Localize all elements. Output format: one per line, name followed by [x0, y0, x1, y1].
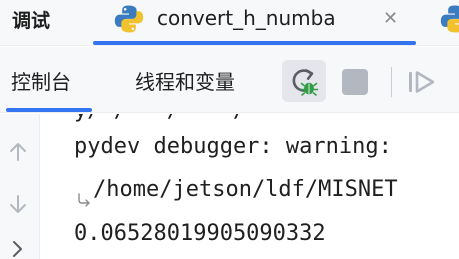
soft-wrap-icon — [78, 193, 90, 207]
rerun-debug-icon — [292, 69, 319, 96]
debug-tool-window-title: 调试 — [12, 10, 51, 32]
selected-tab-indicator — [6, 108, 92, 112]
debug-tool-window-header: 调试 convert_h_numba ✕ — [0, 0, 459, 46]
python-icon[interactable] — [438, 2, 459, 36]
selected-tab-indicator — [93, 41, 416, 45]
debug-toolbar: 控制台 线程和变量 — [0, 47, 459, 113]
tab-threads-variables[interactable]: 线程和变量 — [135, 66, 235, 95]
console-line-partial: y/ / / / — [74, 114, 246, 123]
up-arrow-icon[interactable] — [4, 138, 32, 166]
python-icon — [114, 5, 144, 33]
toolbar-separator — [391, 67, 392, 97]
console-line: 0.06528019905090332 — [74, 221, 326, 246]
rerun-debug-button[interactable] — [282, 60, 326, 102]
expand-icon[interactable] — [4, 235, 32, 259]
console-line: /home/jetson/ldf/MISNET — [93, 177, 398, 202]
console-gutter — [0, 114, 40, 259]
file-tab-label: convert_h_numba — [157, 6, 336, 30]
console-output[interactable]: y/ / / / pydev debugger: warning: /home/… — [41, 114, 459, 259]
tab-console[interactable]: 控制台 — [11, 66, 71, 95]
close-icon[interactable]: ✕ — [383, 8, 398, 29]
down-arrow-icon[interactable] — [4, 190, 32, 218]
resume-program-icon[interactable] — [404, 65, 440, 99]
console-line: pydev debugger: warning: — [74, 134, 392, 159]
stop-icon[interactable] — [342, 69, 368, 95]
